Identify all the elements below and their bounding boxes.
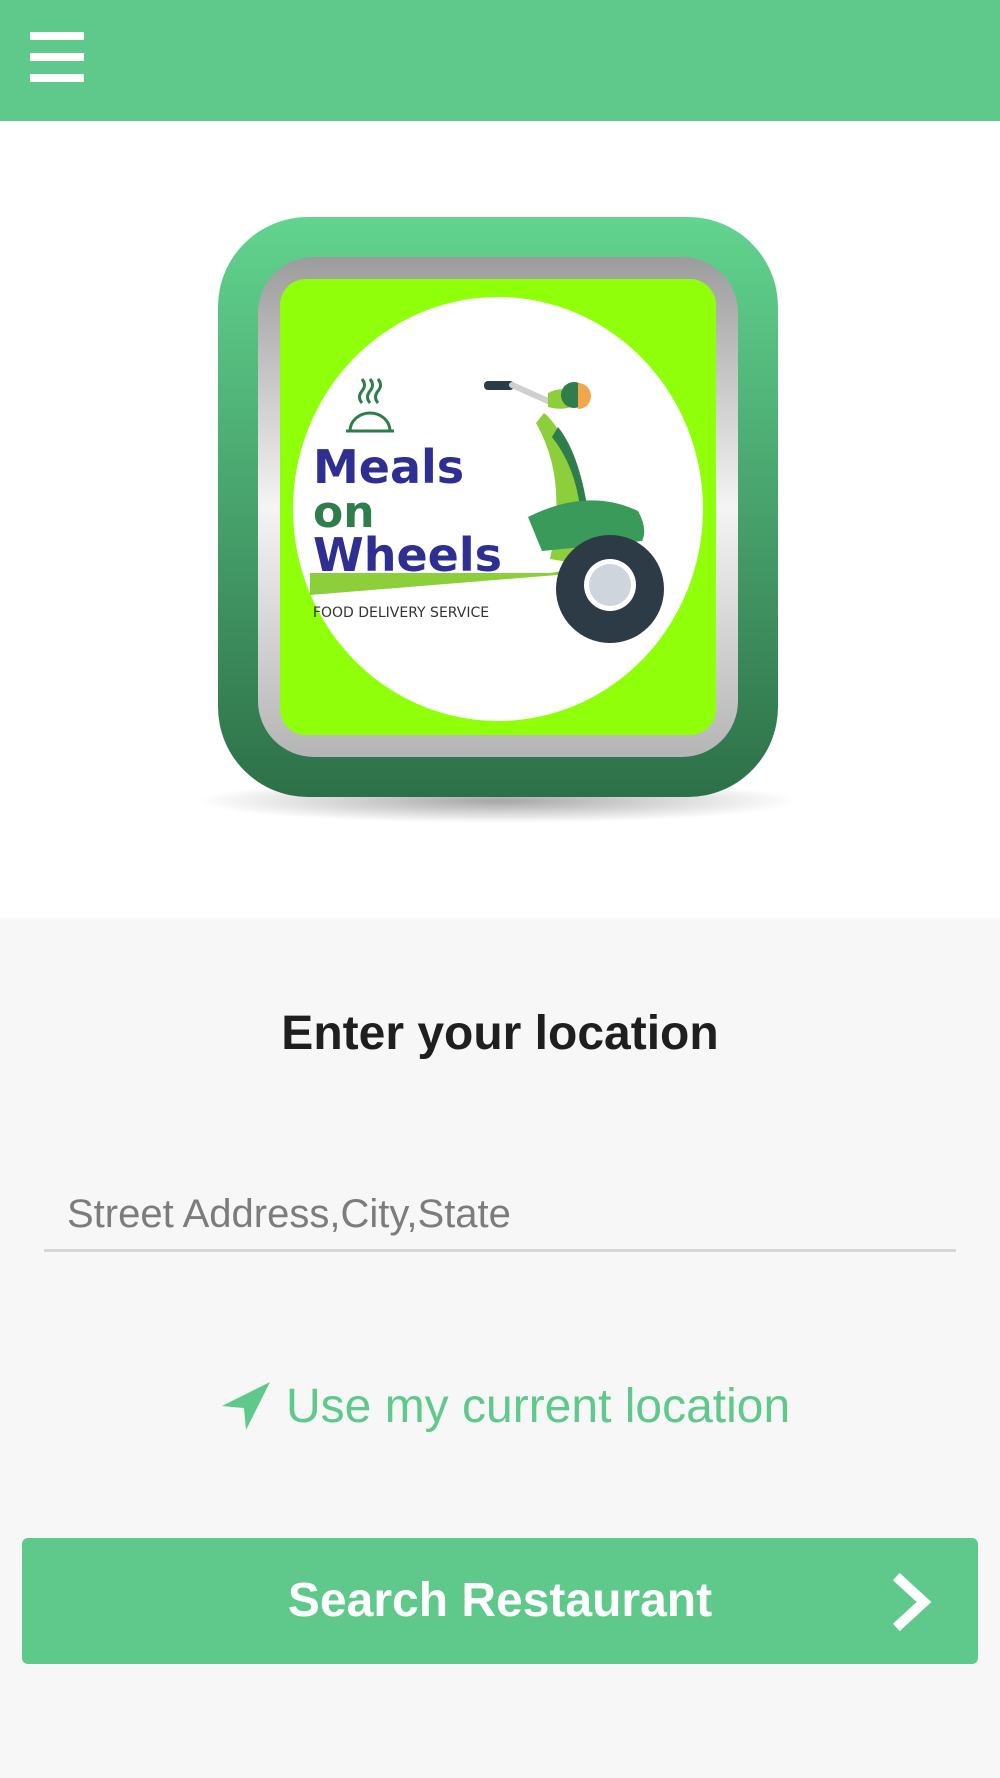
use-current-location-label: Use my current location [286, 1379, 791, 1433]
location-arrow-icon [222, 1382, 270, 1430]
use-current-location-link[interactable]: Use my current location [218, 1376, 790, 1436]
menu-bar-line [30, 74, 84, 82]
menu-bar-line [30, 32, 84, 40]
top-app-bar [0, 0, 1000, 121]
hamburger-menu-icon[interactable] [24, 24, 90, 90]
street-address-input[interactable] [44, 1180, 956, 1252]
location-form-title: Enter your location [281, 1007, 719, 1060]
menu-bar-line [30, 53, 84, 61]
chevron-right-icon [892, 1572, 932, 1632]
search-restaurant-label: Search Restaurant [287, 1574, 713, 1627]
logo-tagline: FOOD DELIVERY SERVICE [313, 605, 489, 621]
logo-title-wheels: Wheels [313, 528, 502, 582]
search-restaurant-button[interactable]: Search Restaurant [22, 1538, 978, 1664]
hero-section: Meals on Wheels FOOD DELIVERY SERVICE [0, 121, 1000, 918]
meals-on-wheels-logo: Meals on Wheels FOOD DELIVERY SERVICE [198, 217, 798, 837]
logo-title-meals: Meals [313, 440, 464, 494]
